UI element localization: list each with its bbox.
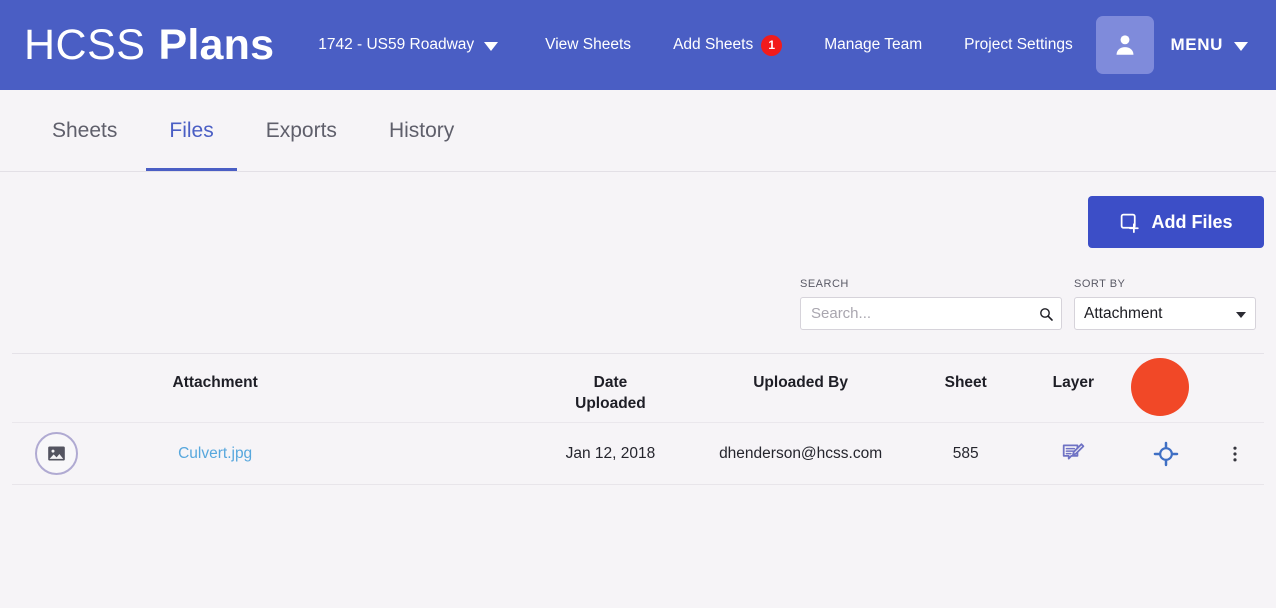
sort-field-group: SORT BY Attachment xyxy=(1074,278,1256,330)
search-field-group: SEARCH xyxy=(800,278,1062,330)
app-header: HCSS Plans 1742 - US59 Roadway View Shee… xyxy=(0,0,1276,90)
search-box xyxy=(800,297,1062,330)
header-nav: 1742 - US59 Roadway View Sheets Add Shee… xyxy=(318,35,1095,56)
chevron-down-icon xyxy=(484,42,498,51)
cell-spacer xyxy=(330,423,530,485)
image-file-icon xyxy=(46,443,67,464)
annotate-button[interactable] xyxy=(1056,437,1090,471)
column-header-thumbnail xyxy=(12,354,100,423)
column-header-sheet[interactable]: Sheet xyxy=(911,354,1021,423)
annotate-edit-icon xyxy=(1061,441,1086,466)
nav-item-view-sheets[interactable]: View Sheets xyxy=(524,36,652,54)
column-header-date-uploaded[interactable]: Date Uploaded xyxy=(530,354,690,423)
column-header-actions-2 xyxy=(1206,354,1264,423)
row-more-menu-button[interactable] xyxy=(1218,437,1252,471)
files-table-head: Attachment Date Uploaded Uploaded By She… xyxy=(12,354,1264,423)
nav-item-manage-team[interactable]: Manage Team xyxy=(803,36,943,54)
tab-label: Exports xyxy=(266,119,337,143)
nav-item-add-sheets[interactable]: Add Sheets 1 xyxy=(652,35,803,56)
app-logo: HCSS Plans xyxy=(24,21,274,70)
tab-label: History xyxy=(389,119,454,143)
sort-by-select[interactable]: Attachment xyxy=(1074,297,1256,330)
files-filters: SEARCH SORT BY Attachment xyxy=(12,248,1264,330)
search-input[interactable] xyxy=(800,297,1062,330)
sort-by-label: SORT BY xyxy=(1074,278,1256,290)
files-table: Attachment Date Uploaded Uploaded By She… xyxy=(12,354,1264,485)
locate-on-sheet-button[interactable] xyxy=(1149,437,1183,471)
files-panel: Add Files SEARCH SORT BY Attachment xyxy=(0,172,1276,485)
files-table-body: Culvert.jpg Jan 12, 2018 dhenderson@hcss… xyxy=(12,423,1264,485)
brand-name-secondary: Plans xyxy=(158,21,274,70)
column-header-spacer xyxy=(330,354,530,423)
more-vertical-icon xyxy=(1225,443,1245,465)
chevron-down-icon xyxy=(1234,42,1248,51)
project-selector-label: 1742 - US59 Roadway xyxy=(318,36,474,54)
nav-item-label: View Sheets xyxy=(545,36,631,54)
tab-files[interactable]: Files xyxy=(143,90,239,171)
section-tabs: Sheets Files Exports History xyxy=(0,90,1276,172)
table-header-row: Attachment Date Uploaded Uploaded By She… xyxy=(12,354,1264,423)
add-sheets-count-badge: 1 xyxy=(761,35,782,56)
menu-button-label: MENU xyxy=(1171,35,1223,55)
sort-box: Attachment xyxy=(1074,297,1256,330)
tab-sheets[interactable]: Sheets xyxy=(26,90,143,171)
column-header-attachment[interactable]: Attachment xyxy=(100,354,330,423)
cell-thumbnail xyxy=(12,423,100,485)
column-header-uploaded-by[interactable]: Uploaded By xyxy=(691,354,911,423)
menu-button[interactable]: MENU xyxy=(1154,35,1260,55)
cell-more-action xyxy=(1206,423,1264,485)
add-file-icon xyxy=(1119,212,1140,233)
column-header-layer[interactable]: Layer xyxy=(1021,354,1126,423)
column-header-date-line2: Uploaded xyxy=(575,395,646,412)
brand-name-primary: HCSS xyxy=(24,21,145,70)
column-header-actions-1 xyxy=(1126,354,1206,423)
tab-history[interactable]: History xyxy=(363,90,480,171)
cell-annotate-action xyxy=(1021,423,1126,485)
add-files-button-label: Add Files xyxy=(1151,212,1232,233)
nav-item-label: Manage Team xyxy=(824,36,922,54)
cell-locate-action xyxy=(1126,423,1206,485)
header-right-cluster: MENU xyxy=(1096,16,1260,74)
cell-uploaded-by: dhenderson@hcss.com xyxy=(691,423,911,485)
column-header-date-line1: Date xyxy=(594,374,628,391)
search-icon[interactable] xyxy=(1038,306,1054,322)
add-files-button[interactable]: Add Files xyxy=(1088,196,1264,248)
nav-item-label: Project Settings xyxy=(964,36,1073,54)
file-name-link[interactable]: Culvert.jpg xyxy=(178,445,252,462)
file-thumbnail[interactable] xyxy=(35,432,78,475)
tab-label: Sheets xyxy=(52,119,117,143)
files-toolbar: Add Files xyxy=(12,172,1264,248)
tab-label: Files xyxy=(169,119,213,143)
user-avatar-icon xyxy=(1112,32,1138,58)
table-row[interactable]: Culvert.jpg Jan 12, 2018 dhenderson@hcss… xyxy=(12,423,1264,485)
cell-attachment: Culvert.jpg xyxy=(100,423,330,485)
search-label: SEARCH xyxy=(800,278,1062,290)
project-selector[interactable]: 1742 - US59 Roadway xyxy=(318,36,524,54)
cell-date-uploaded: Jan 12, 2018 xyxy=(530,423,690,485)
nav-item-label: Add Sheets xyxy=(673,36,753,54)
avatar[interactable] xyxy=(1096,16,1154,74)
nav-item-project-settings[interactable]: Project Settings xyxy=(943,36,1094,54)
tab-exports[interactable]: Exports xyxy=(240,90,363,171)
cell-sheet: 585 xyxy=(911,423,1021,485)
crosshair-target-icon xyxy=(1153,441,1179,467)
